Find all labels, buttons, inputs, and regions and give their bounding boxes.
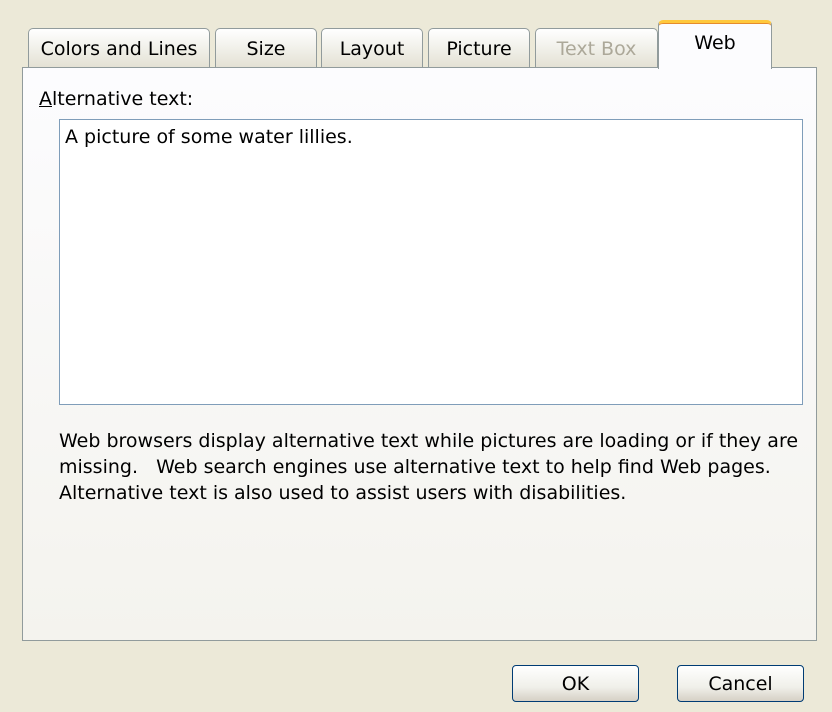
tab-size[interactable]: Size [215, 28, 317, 68]
tab-strip: Colors and Lines Size Layout Picture Tex… [28, 20, 788, 69]
alternative-text-mnemonic: A [39, 88, 52, 110]
cancel-button[interactable]: Cancel [677, 665, 804, 702]
ok-button[interactable]: OK [512, 665, 639, 702]
alternative-text-description: Web browsers display alternative text wh… [59, 430, 805, 504]
tab-layout[interactable]: Layout [321, 28, 423, 68]
alternative-text-input[interactable]: A picture of some water lillies. [59, 119, 803, 405]
web-tab-panel: Alternative text: A picture of some wate… [22, 67, 817, 641]
tab-text-box: Text Box [535, 28, 658, 68]
tab-picture[interactable]: Picture [428, 28, 530, 68]
alternative-text-label: Alternative text: [39, 88, 193, 110]
tab-web[interactable]: Web [658, 20, 772, 69]
tab-colors-and-lines[interactable]: Colors and Lines [28, 28, 210, 68]
alternative-text-label-text: lternative text: [52, 88, 194, 110]
